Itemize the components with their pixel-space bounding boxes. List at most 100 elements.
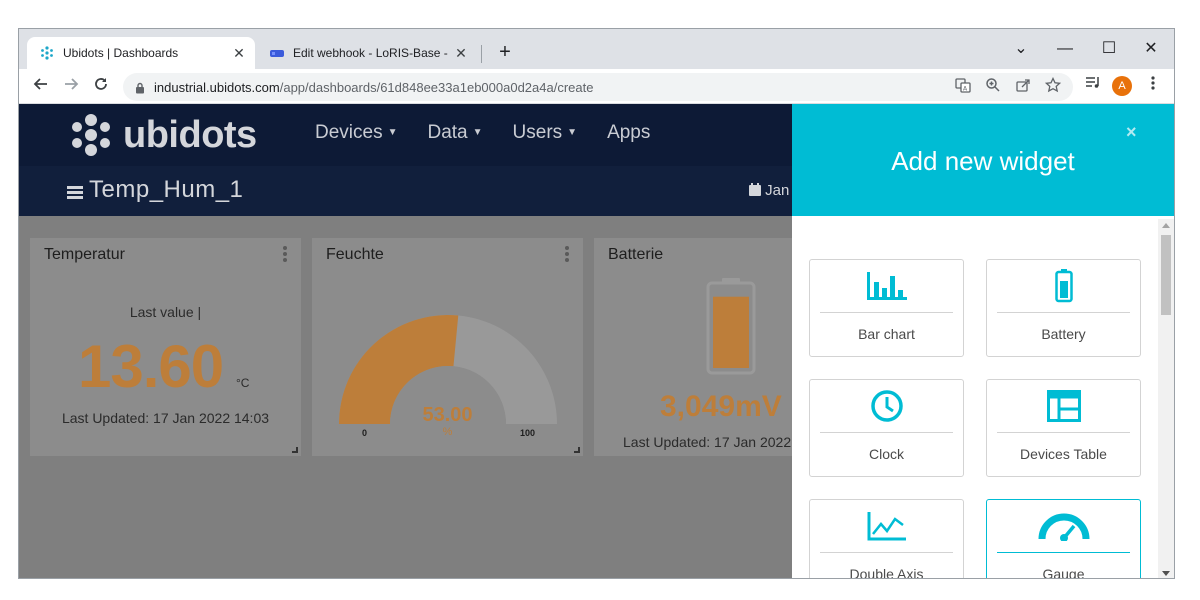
- address-bar[interactable]: industrial.ubidots.com/app/dashboards/61…: [123, 73, 1073, 101]
- widget-card-gauge[interactable]: Gauge: [986, 499, 1141, 579]
- card-divider: [820, 432, 953, 433]
- last-value-caption: Last value |: [129, 304, 202, 320]
- caret-down-icon: ▼: [387, 127, 398, 139]
- gauge-max-label: 100: [520, 428, 536, 438]
- url-path: /app/dashboards/61d848ee33a1eb000a0d2a4a…: [279, 80, 594, 95]
- hamburger-menu-icon[interactable]: [67, 186, 83, 199]
- scroll-thumb[interactable]: [1161, 235, 1171, 315]
- zoom-icon[interactable]: [983, 77, 1003, 97]
- widget-card-clock[interactable]: Clock: [809, 379, 964, 477]
- reading-list-icon[interactable]: [1081, 74, 1105, 98]
- temperature-value: 13.60: [78, 333, 224, 400]
- humidity-widget[interactable]: Feuchte 53.00 % 0 100: [312, 238, 583, 456]
- battery-level-icon: [706, 278, 756, 375]
- reload-icon[interactable]: [89, 74, 113, 98]
- logo-text: ubidots: [123, 113, 257, 156]
- nav-label: Apps: [607, 122, 651, 143]
- widget-card-bar-chart[interactable]: Bar chart: [809, 259, 964, 357]
- tab-edit-webhook[interactable]: Edit webhook - LoRIS-Base - The ✕: [257, 37, 477, 69]
- caret-down-icon: ▼: [472, 127, 483, 139]
- tab-close-icon[interactable]: ✕: [451, 45, 471, 62]
- widget-card-devices-table[interactable]: Devices Table: [986, 379, 1141, 477]
- table-icon: [987, 388, 1140, 424]
- url-text: industrial.ubidots.com/app/dashboards/61…: [154, 80, 593, 95]
- star-icon[interactable]: [1043, 76, 1063, 97]
- dashboard-title[interactable]: Temp_Hum_1: [89, 176, 243, 204]
- close-icon[interactable]: ×: [1126, 122, 1137, 143]
- tab-title: Ubidots | Dashboards: [63, 46, 179, 60]
- gauge-unit: %: [442, 426, 453, 438]
- battery-widget[interactable]: Batterie 3,049mV Last Updated: 17 Jan 20…: [594, 238, 804, 456]
- minimize-button[interactable]: —: [1043, 35, 1087, 63]
- card-label: Clock: [868, 446, 904, 462]
- tab-title: Edit webhook - LoRIS-Base - The: [293, 46, 451, 60]
- resize-handle-icon[interactable]: [574, 447, 580, 453]
- translate-icon[interactable]: A: [953, 77, 973, 97]
- widget-card-battery[interactable]: Battery: [986, 259, 1141, 357]
- tab-ubidots[interactable]: Ubidots | Dashboards ✕: [27, 37, 255, 69]
- clock-icon: [810, 388, 963, 424]
- widget-title: Batterie: [608, 246, 664, 263]
- battery-value: 3,049mV: [660, 390, 782, 423]
- resize-handle-icon[interactable]: [292, 447, 298, 453]
- url-domain: industrial.ubidots.com: [154, 80, 280, 95]
- menu-dots-icon[interactable]: [1141, 74, 1165, 98]
- card-label: Gauge: [1042, 566, 1085, 579]
- card-divider: [820, 312, 953, 313]
- scroll-up-icon[interactable]: [1162, 223, 1170, 228]
- nav-label: Data: [427, 122, 468, 143]
- panel-title: Add new widget: [891, 146, 1075, 176]
- main-nav: Devices ▼ Data ▼ Users ▼ Apps: [315, 122, 650, 144]
- card-divider: [997, 432, 1130, 433]
- widget-card-double-axis[interactable]: Double Axis: [809, 499, 964, 579]
- tab-close-icon[interactable]: ✕: [229, 45, 249, 62]
- new-tab-button[interactable]: +: [493, 41, 517, 65]
- date-label: Jan: [765, 182, 790, 199]
- gauge-icon: [987, 508, 1140, 544]
- forward-icon[interactable]: [59, 74, 83, 98]
- card-divider: [820, 552, 953, 553]
- page-content: ubidots Devices ▼ Data ▼ Users ▼ Apps Temp_…: [19, 104, 1174, 579]
- temperature-widget[interactable]: Temperatur Last value | 13.60 °C Last Up…: [30, 238, 301, 456]
- scroll-down-icon[interactable]: [1162, 571, 1170, 576]
- tab-separator: [481, 45, 482, 63]
- nav-devices[interactable]: Devices ▼: [315, 122, 397, 144]
- panel-header: Add new widget ×: [792, 104, 1174, 216]
- ubidots-favicon-icon: [39, 45, 55, 61]
- add-widget-panel: Add new widget × Bar chart Battery Clock…: [792, 104, 1174, 579]
- browser-toolbar: industrial.ubidots.com/app/dashboards/61…: [19, 69, 1174, 104]
- bar-chart-icon: [810, 268, 963, 304]
- lock-icon[interactable]: [135, 81, 145, 94]
- webhook-favicon-icon: [269, 45, 285, 61]
- card-label: Battery: [1041, 326, 1086, 342]
- card-label: Devices Table: [1020, 446, 1107, 462]
- browser-window: Ubidots | Dashboards ✕ Edit webhook - Lo…: [18, 28, 1175, 579]
- nav-data[interactable]: Data ▼: [427, 122, 482, 144]
- close-window-button[interactable]: ✕: [1129, 35, 1173, 63]
- widget-options-icon[interactable]: [283, 246, 287, 262]
- card-label: Double Axis: [849, 566, 924, 579]
- temperature-unit: °C: [236, 376, 250, 390]
- back-icon[interactable]: [29, 74, 53, 98]
- battery-fill: [713, 296, 749, 368]
- share-icon[interactable]: [1013, 77, 1033, 97]
- gauge-value: 53.00: [422, 404, 473, 426]
- caret-down-icon: ▼: [567, 127, 578, 139]
- date-range-button[interactable]: Jan: [749, 182, 789, 199]
- ubidots-dots-icon: [72, 114, 110, 156]
- card-divider: [997, 312, 1130, 313]
- nav-label: Users: [512, 122, 563, 143]
- card-label: Bar chart: [858, 326, 915, 342]
- tab-strip: Ubidots | Dashboards ✕ Edit webhook - Lo…: [19, 29, 1174, 69]
- nav-apps[interactable]: Apps: [607, 122, 650, 144]
- avatar[interactable]: A: [1112, 76, 1132, 96]
- ubidots-logo[interactable]: ubidots: [67, 112, 257, 158]
- nav-users[interactable]: Users ▼: [513, 122, 578, 144]
- tab-search-icon[interactable]: ⌄: [999, 35, 1043, 63]
- calendar-icon: [749, 183, 761, 196]
- last-updated: Last Updated: 17 Jan 2022: [623, 434, 792, 450]
- panel-scrollbar[interactable]: [1158, 219, 1174, 578]
- maximize-button[interactable]: ☐: [1087, 35, 1131, 63]
- line-chart-icon: [810, 508, 963, 544]
- widget-title: Temperatur: [44, 246, 125, 263]
